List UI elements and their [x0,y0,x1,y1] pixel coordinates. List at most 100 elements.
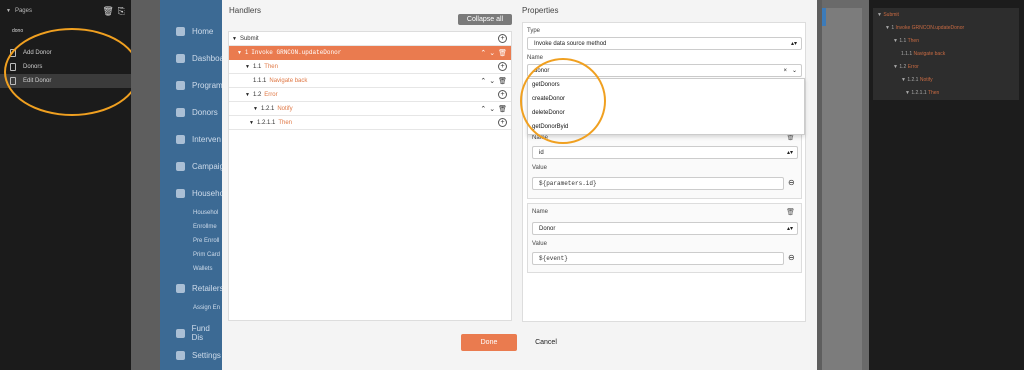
dropdown-option[interactable]: createDonor [532,96,565,102]
param-name-select[interactable]: id ▴▾ [532,146,798,159]
cancel-button[interactable]: Cancel [530,334,562,351]
parameter-block-1: Name 🗑 id ▴▾ Value ${parameters.id} ⊖ [527,131,802,199]
app-nav-dashboard[interactable]: Dashboa [176,54,224,63]
move-down-icon[interactable]: ⌄ [489,49,495,57]
app-nav-households[interactable]: Househo [176,189,224,198]
pages-title: Pages [14,8,32,14]
outline-line[interactable]: ▼ 1.2 Error [893,64,919,70]
outline-line[interactable]: ▼ 1.1 Then [893,38,919,44]
type-select[interactable]: Invoke data source method ▴▾ [527,37,802,50]
param-value-input[interactable]: ${event} [532,252,784,265]
move-down-icon[interactable]: ⌄ [489,105,495,113]
tree-row-navigate-back[interactable]: 1.1.1 Navigate back ⌃ ⌄ 🗑 [229,74,511,88]
param-name-select[interactable]: Donor ▴▾ [532,222,798,235]
app-nav-campaigns[interactable]: Campaig [176,162,224,171]
name-combobox[interactable]: donor × ⌄ [527,64,802,77]
app-nav-home[interactable]: Home [176,27,213,36]
app-subnav-item[interactable]: Wallets [193,266,212,272]
outline-number: 1.2.1 [907,77,920,83]
caret-down-icon[interactable]: ▼ [232,36,237,42]
add-handler-icon[interactable]: + [498,118,507,127]
nav-label: Dashboa [192,54,225,63]
caret-down-icon[interactable]: ▼ [237,50,242,56]
caret-down-icon[interactable]: ▼ [245,64,250,70]
new-page-icon[interactable]: ⎘ [118,6,125,17]
outline-line[interactable]: ▼ 1.2.1.1 Then [905,90,939,96]
outline-number: 1.1 [899,38,908,44]
nav-label: Program [192,81,223,90]
link-icon[interactable]: ⊖ [788,253,795,262]
done-button[interactable]: Done [461,334,517,351]
trash-icon[interactable]: 🗑 [102,6,113,17]
app-nav-fund-distribution[interactable]: Fund Dis [176,324,222,342]
trash-icon[interactable]: 🗑 [786,208,795,216]
chevron-down-icon[interactable]: ⌄ [792,67,797,74]
caret-down-icon[interactable]: ▼ [6,8,11,14]
move-up-icon[interactable]: ⌃ [480,105,486,113]
outline-line[interactable]: 1.1.1 Navigate back [901,51,945,57]
app-nav-donors[interactable]: Donors [176,108,218,117]
tree-row-label: Submit [239,35,259,42]
tree-row-submit[interactable]: ▼ Submit + [229,32,511,46]
app-nav-retailers[interactable]: Retailers [176,284,224,293]
select-arrow-icon: ▴▾ [790,41,797,47]
nav-label: Donors [192,108,218,117]
tree-row-label: Error [264,91,278,98]
trash-icon[interactable]: 🗑 [498,105,507,113]
tree-row-notify-then[interactable]: ▼ 1.2.1.1 Then + [229,116,511,130]
pages-panel: ▼ Pages 🗑 ⎘ dono Add Donor Donors Edit D… [0,0,131,370]
nav-label: Fund Dis [191,324,210,342]
app-nav-interventions[interactable]: Interven [176,135,221,144]
move-up-icon[interactable]: ⌃ [480,77,486,85]
tree-row-then[interactable]: ▼ 1.1 Then + [229,60,511,74]
page-item-edit-donor[interactable]: Edit Donor [0,74,131,88]
tree-row-invoke[interactable]: ▼ 1 Invoke GRNCON.updateDonor ⌃ ⌄ 🗑 [229,46,511,60]
caret-down-icon[interactable]: ▼ [249,120,254,126]
trash-icon[interactable]: 🗑 [498,77,507,85]
caret-down-icon[interactable]: ▼ [253,106,258,112]
dashboard-icon [176,54,185,63]
outline-line[interactable]: ▼ Submit [877,12,899,18]
page-item-donors[interactable]: Donors [0,60,131,74]
collapse-all-button[interactable]: Collapse all [458,14,512,25]
home-icon [176,27,185,36]
tree-row-label: Then [278,119,292,126]
trash-icon[interactable]: 🗑 [498,49,507,57]
move-up-icon[interactable]: ⌃ [480,49,486,57]
page-item-add-donor[interactable]: Add Donor [0,46,131,60]
dropdown-option[interactable]: getDonors [532,82,560,88]
link-icon[interactable]: ⊖ [788,178,795,187]
tree-row-label: Then [264,63,278,70]
app-subnav-item[interactable]: Assign En [193,305,220,311]
nav-label: Home [192,27,214,36]
app-nav-programs[interactable]: Program [176,81,223,90]
pages-search-input[interactable]: dono [6,28,125,38]
dropdown-option[interactable]: getDonorByid [532,124,568,130]
param-name-label: Name [532,135,549,141]
app-subnav-item[interactable]: Househol [193,210,218,216]
tree-row-notify[interactable]: ▼ 1.2.1 Notify ⌃ ⌄ 🗑 [229,102,511,116]
move-down-icon[interactable]: ⌄ [489,77,495,85]
outline-number: 1.1.1 [901,51,914,57]
outline-label: Invoke GRNCON.updateDonor [895,25,965,31]
caret-down-icon[interactable]: ▼ [245,92,250,98]
file-icon [10,77,16,85]
outline-line[interactable]: ▼ 1 Invoke GRNCON.updateDonor [885,25,964,31]
nav-label: Retailers [192,284,224,293]
add-handler-icon[interactable]: + [498,62,507,71]
app-subnav-item[interactable]: Enrollme [193,224,217,230]
add-handler-icon[interactable]: + [498,90,507,99]
param-value-input[interactable]: ${parameters.id} [532,177,784,190]
properties-panel: Type Invoke data source method ▴▾ Name d… [522,22,806,322]
dropdown-option[interactable]: deleteDonor [532,110,565,116]
app-subnav-item[interactable]: Pre Enroll [193,238,219,244]
outline-label: Then [907,38,919,44]
app-subnav-item[interactable]: Prim Card [193,252,220,258]
tree-row-error[interactable]: ▼ 1.2 Error + [229,88,511,102]
param-name-value: Donor [539,225,556,232]
add-handler-icon[interactable]: + [498,34,507,43]
outline-line[interactable]: ▼ 1.2.1 Notify [901,77,933,83]
clear-icon[interactable]: × [783,68,787,74]
app-nav-settings[interactable]: Settings [176,351,221,360]
param-name-value: id [539,149,544,156]
